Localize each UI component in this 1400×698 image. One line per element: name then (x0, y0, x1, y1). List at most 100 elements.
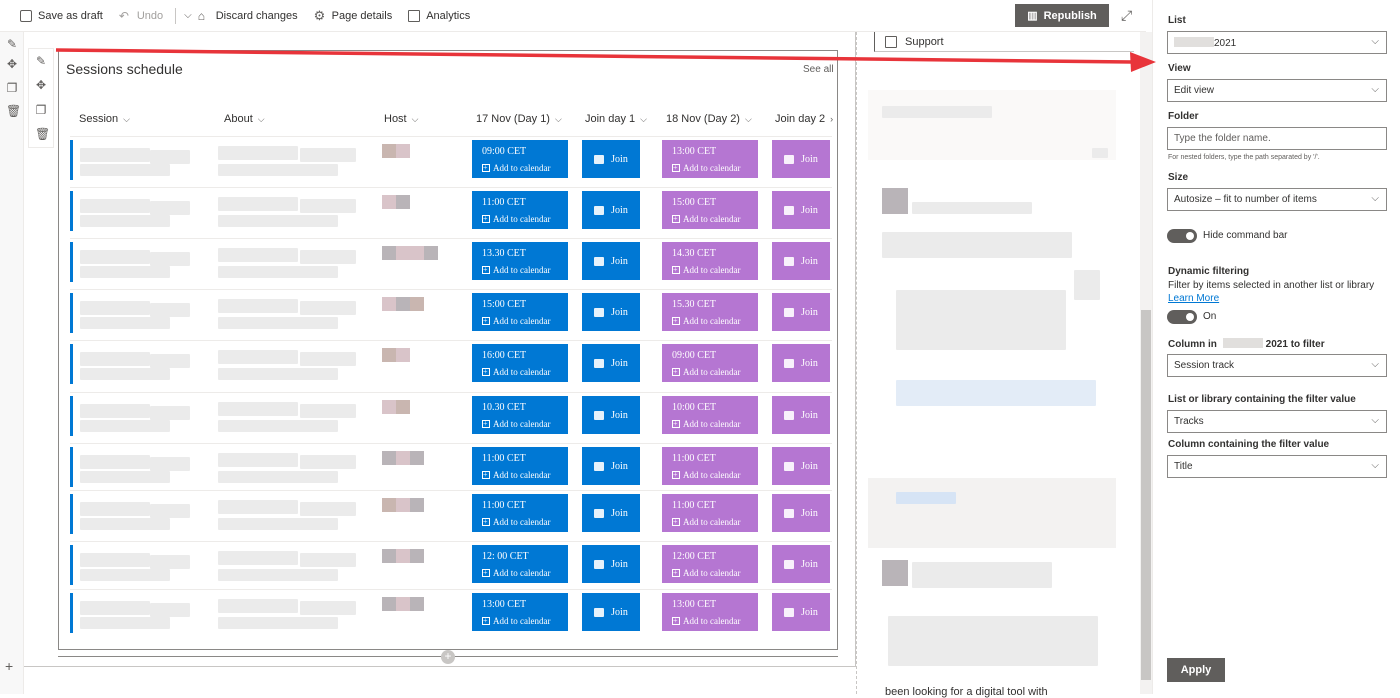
join-label: Join (801, 357, 818, 369)
day2-session-button[interactable]: 11:00 CET Add to calendar (662, 494, 758, 532)
session-time: 12: 00 CET (482, 551, 529, 562)
join-day1-button[interactable]: Join (582, 396, 640, 434)
join-day2-button[interactable]: Join (772, 191, 830, 229)
join-day1-button[interactable]: Join (582, 140, 640, 178)
join-day2-button[interactable]: Join (772, 593, 830, 631)
page-details-button[interactable]: ⚙ Page details (314, 9, 393, 22)
day1-session-button[interactable]: 09:00 CET Add to calendar (472, 140, 568, 178)
day2-session-button[interactable]: 13:00 CET Add to calendar (662, 593, 758, 631)
analytics-button[interactable]: Analytics (408, 9, 470, 22)
column-header-day2[interactable]: 18 Nov (Day 2) ⌵ (666, 113, 752, 125)
column-header-day1[interactable]: 17 Nov (Day 1) ⌵ (476, 113, 562, 125)
column-header-session[interactable]: Session ⌵ (79, 113, 130, 125)
move-icon[interactable]: ✥ (6, 58, 18, 70)
calendar-add-icon (482, 418, 490, 430)
redacted-session-title (80, 164, 170, 176)
undo-button[interactable]: ↶ Undo (119, 10, 163, 22)
day2-session-button[interactable]: 10:00 CET Add to calendar (662, 396, 758, 434)
add-to-calendar-label: Add to calendar (482, 213, 568, 225)
view-dropdown[interactable]: Edit view ⌵ (1167, 79, 1387, 102)
join-day1-button[interactable]: Join (582, 293, 640, 331)
join-day2-button[interactable]: Join (772, 242, 830, 280)
support-link[interactable]: Support (874, 32, 1134, 52)
day2-session-button[interactable]: 11:00 CET Add to calendar (662, 447, 758, 485)
add-section-icon[interactable]: + (441, 650, 455, 664)
teams-icon (594, 154, 605, 164)
teams-icon (784, 607, 795, 617)
add-icon[interactable]: + (5, 658, 13, 674)
folder-input[interactable]: Type the folder name. (1167, 127, 1387, 150)
list-dropdown[interactable]: 2021 ⌵ (1167, 31, 1387, 54)
row-divider (70, 443, 832, 444)
add-to-calendar-label: Add to calendar (672, 469, 758, 481)
day2-session-button[interactable]: 09:00 CET Add to calendar (662, 344, 758, 382)
day1-session-button[interactable]: 13:00 CET Add to calendar (472, 593, 568, 631)
discard-changes-button[interactable]: ⌂ Discard changes (198, 10, 298, 22)
column-header-about[interactable]: About ⌵ (224, 113, 265, 125)
column-header-join-day2[interactable]: Join day 2 › (775, 113, 833, 125)
join-day2-button[interactable]: Join (772, 494, 830, 532)
size-dropdown[interactable]: Autosize – fit to number of items ⌵ (1167, 188, 1387, 211)
join-day2-button[interactable]: Join (772, 447, 830, 485)
move-webpart-icon[interactable]: ✥ (35, 79, 47, 91)
join-day2-button[interactable]: Join (772, 396, 830, 434)
join-day2-button[interactable]: Join (772, 293, 830, 331)
edit-section-icon[interactable]: ✎ (6, 38, 18, 50)
duplicate-icon[interactable]: ❐ (6, 82, 18, 94)
join-day2-button[interactable]: Join (772, 344, 830, 382)
day1-session-button[interactable]: 16:00 CET Add to calendar (472, 344, 568, 382)
edit-webpart-icon[interactable]: ✎ (35, 55, 47, 67)
join-day1-button[interactable]: Join (582, 494, 640, 532)
redacted-host-avatar (396, 549, 410, 563)
day2-session-button[interactable]: 14.30 CET Add to calendar (662, 242, 758, 280)
column-in-dropdown[interactable]: Session track ⌵ (1167, 354, 1387, 377)
day1-session-button[interactable]: 15:00 CET Add to calendar (472, 293, 568, 331)
day1-session-button[interactable]: 11:00 CET Add to calendar (472, 191, 568, 229)
redacted-session-about (218, 215, 338, 227)
row-accent (70, 191, 73, 231)
chevron-down-icon: ⌵ (1371, 415, 1379, 426)
apply-button[interactable]: Apply (1167, 658, 1225, 682)
redacted-session-about (300, 601, 356, 615)
delete-webpart-icon[interactable]: 🗑 (35, 128, 50, 140)
teams-icon (784, 410, 795, 420)
join-day1-button[interactable]: Join (582, 344, 640, 382)
hide-command-bar-toggle[interactable] (1167, 229, 1197, 243)
day2-session-button[interactable]: 13:00 CET Add to calendar (662, 140, 758, 178)
dynamic-filtering-toggle[interactable] (1167, 310, 1197, 324)
day2-session-button[interactable]: 15:00 CET Add to calendar (662, 191, 758, 229)
duplicate-webpart-icon[interactable]: ❐ (35, 104, 47, 116)
column-filter-dropdown[interactable]: Title ⌵ (1167, 455, 1387, 478)
join-day1-button[interactable]: Join (582, 593, 640, 631)
join-day1-button[interactable]: Join (582, 447, 640, 485)
join-day2-button[interactable]: Join (772, 140, 830, 178)
join-day1-button[interactable]: Join (582, 191, 640, 229)
delete-icon[interactable]: 🗑 (6, 105, 21, 117)
chevron-down-icon[interactable]: ⌵ (184, 10, 192, 21)
session-time: 11:00 CET (482, 197, 526, 208)
list-library-dropdown-value: Tracks (1174, 416, 1204, 427)
redacted-session-title (80, 553, 150, 567)
save-draft-button[interactable]: Save as draft (20, 9, 103, 22)
day1-session-button[interactable]: 10.30 CET Add to calendar (472, 396, 568, 434)
join-day1-button[interactable]: Join (582, 242, 640, 280)
join-day2-button[interactable]: Join (772, 545, 830, 583)
list-library-dropdown[interactable]: Tracks ⌵ (1167, 410, 1387, 433)
see-all-link[interactable]: See all (803, 64, 834, 75)
republish-button[interactable]: ▥ Republish (1015, 4, 1109, 27)
day1-session-button[interactable]: 13.30 CET Add to calendar (472, 242, 568, 280)
scrollbar-thumb[interactable] (1141, 310, 1151, 680)
join-day1-button[interactable]: Join (582, 545, 640, 583)
column-header-host[interactable]: Host ⌵ (384, 113, 418, 125)
day2-session-button[interactable]: 15.30 CET Add to calendar (662, 293, 758, 331)
chevron-right-icon: › (830, 114, 834, 124)
redacted-host-avatar (410, 498, 424, 512)
day1-session-button[interactable]: 11:00 CET Add to calendar (472, 447, 568, 485)
learn-more-link[interactable]: Learn More (1168, 293, 1219, 304)
column-header-join-day1[interactable]: Join day 1 ⌵ (585, 113, 647, 125)
expand-icon[interactable]: ⤢ (1121, 7, 1132, 24)
day1-session-button[interactable]: 12: 00 CET Add to calendar (472, 545, 568, 583)
day2-session-button[interactable]: 12:00 CET Add to calendar (662, 545, 758, 583)
add-to-calendar-label: Add to calendar (672, 567, 758, 579)
day1-session-button[interactable]: 11:00 CET Add to calendar (472, 494, 568, 532)
